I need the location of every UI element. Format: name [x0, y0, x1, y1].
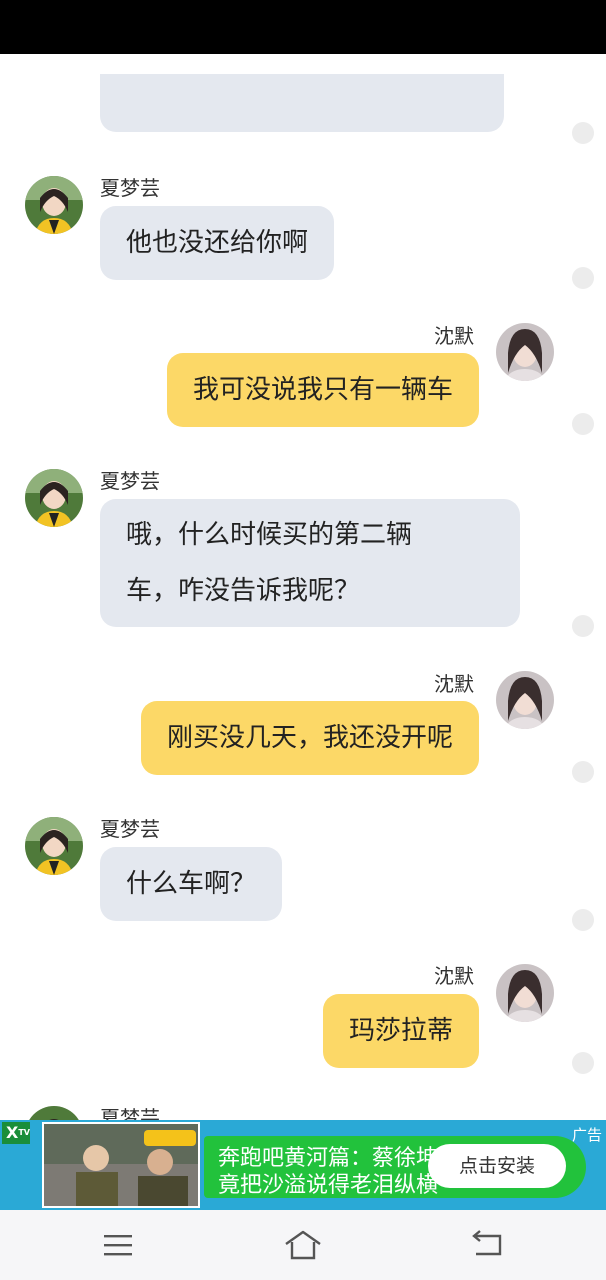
status-dot — [572, 761, 594, 783]
message-bubble-outgoing[interactable]: 我可没说我只有一辆车 — [166, 353, 479, 427]
avatar-shenmo[interactable] — [496, 323, 554, 381]
status-dot — [572, 1052, 594, 1074]
ad-close-button[interactable]: XTV — [2, 1122, 30, 1144]
status-dot — [572, 122, 594, 144]
sender-name: 沈默 — [434, 324, 474, 348]
sender-name: 夏梦芸 — [100, 1106, 160, 1120]
avatar-xiamengyun[interactable] — [25, 817, 83, 875]
sender-name: 沈默 — [434, 672, 474, 696]
avatar-portrait-icon — [496, 323, 554, 381]
sender-name: 夏梦芸 — [100, 469, 160, 493]
ad-tag: 广告 — [571, 1126, 602, 1144]
menu-icon[interactable] — [103, 1232, 133, 1258]
message-bubble-incoming[interactable]: 哦，什么时候买的第二辆 车，咋没告诉我呢？ — [100, 499, 520, 627]
message-bubble-incoming[interactable]: 他也没还给你啊 — [100, 206, 335, 280]
install-button[interactable]: 点击安装 — [428, 1144, 566, 1188]
ad-title-line-2: 竟把沙溢说得老泪纵横 — [218, 1173, 439, 1198]
status-bar — [0, 0, 606, 54]
ad-banner[interactable]: XTV 奔跑吧黄河篇：蔡徐坤 竟把沙溢说得老泪纵横 点击安装 广告 — [0, 1120, 606, 1210]
status-dot — [572, 909, 594, 931]
message-bubble-outgoing[interactable]: 玛莎拉蒂 — [322, 994, 479, 1068]
sender-name: 沈默 — [434, 964, 474, 988]
back-icon[interactable] — [470, 1230, 504, 1260]
message-line: 哦，什么时候买的第二辆 — [126, 520, 413, 550]
home-icon[interactable] — [283, 1228, 323, 1262]
avatar-shenmo[interactable] — [496, 671, 554, 729]
status-dot — [572, 615, 594, 637]
message-line: 车，咋没告诉我呢？ — [126, 576, 361, 606]
chat-area[interactable]: 夏梦芸 他也没还给你啊 沈默 我可没说我只有一辆车 夏梦芸 哦，什么时候买的第二… — [0, 54, 606, 1120]
sender-name: 夏梦芸 — [100, 176, 160, 200]
avatar-portrait-icon — [25, 817, 83, 875]
message-bubble-partial — [100, 74, 504, 132]
status-dot — [572, 267, 594, 289]
avatar-xiamengyun[interactable] — [25, 1106, 83, 1120]
avatar-portrait-icon — [25, 469, 83, 527]
ad-thumbnail-image-icon — [44, 1124, 198, 1206]
avatar-portrait-icon — [25, 176, 83, 234]
close-icon: X — [6, 1123, 19, 1142]
avatar-portrait-icon — [25, 1106, 83, 1120]
ad-thumbnail — [42, 1122, 200, 1208]
avatar-xiamengyun[interactable] — [25, 469, 83, 527]
avatar-portrait-icon — [496, 671, 554, 729]
sender-name: 夏梦芸 — [100, 817, 160, 841]
status-dot — [572, 413, 594, 435]
avatar-shenmo[interactable] — [496, 964, 554, 1022]
ad-brand-badge: TV — [18, 1128, 30, 1137]
avatar-xiamengyun[interactable] — [25, 176, 83, 234]
avatar-portrait-icon — [496, 964, 554, 1022]
navigation-bar — [0, 1210, 606, 1280]
message-bubble-incoming[interactable]: 什么车啊？ — [100, 847, 283, 921]
message-bubble-outgoing[interactable]: 刚买没几天，我还没开呢 — [140, 701, 479, 775]
